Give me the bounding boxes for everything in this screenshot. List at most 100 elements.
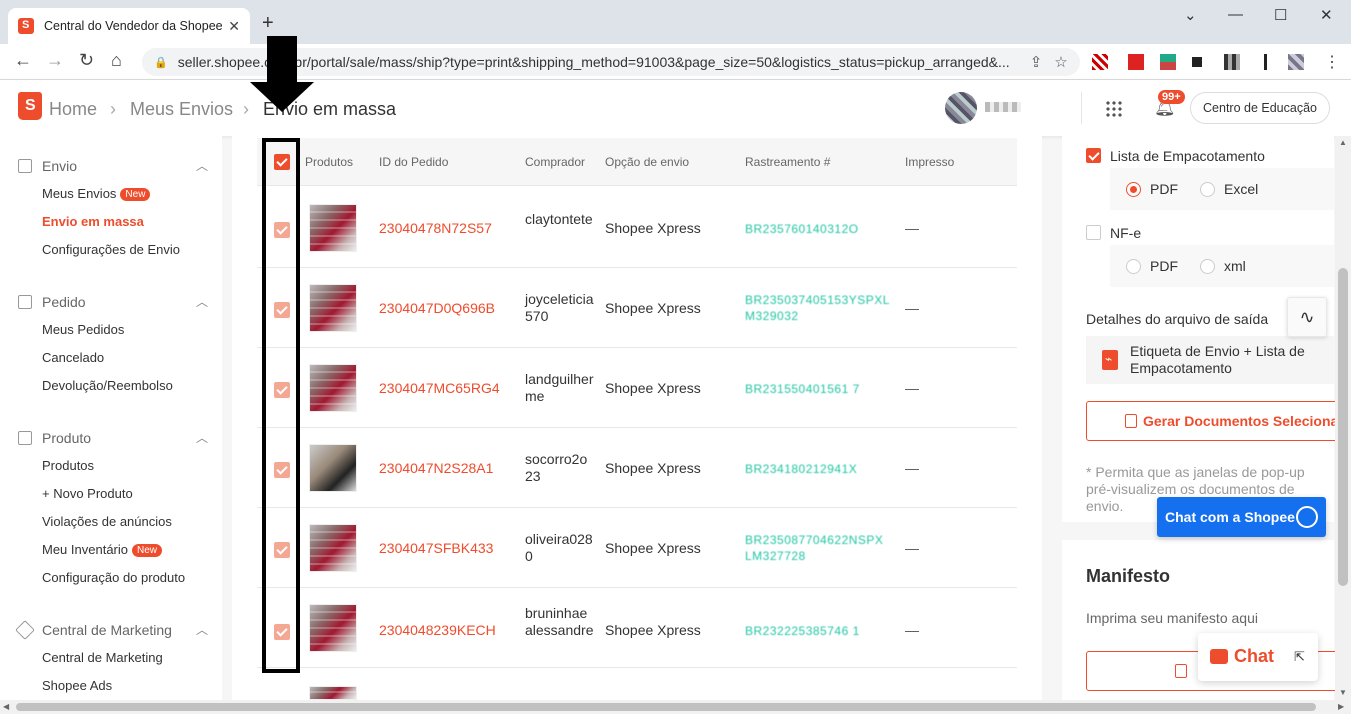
sidebar-item-meus-pedidos[interactable]: Meus Pedidos	[42, 322, 124, 337]
scroll-up-icon[interactable]: ▲	[1339, 138, 1347, 147]
order-id-link[interactable]: 2304047N2S28A1	[379, 460, 493, 476]
tracking-number: BR235760140312O	[745, 222, 859, 236]
sidebar-item-devolucao[interactable]: Devolução/Reembolso	[42, 378, 173, 393]
browser-tab[interactable]: Central do Vendedor da Shopee ✕	[8, 8, 250, 44]
lock-icon: 🔒	[154, 56, 168, 69]
sidebar-item-envio-em-massa[interactable]: Envio em massa	[42, 214, 144, 229]
sidebar-item-violacoes[interactable]: Violações de anúncios	[42, 514, 172, 529]
sidebar-item-config-produto[interactable]: Configuração do produto	[42, 570, 185, 585]
chevron-up-icon[interactable]: ︿	[196, 293, 208, 310]
product-thumbnail[interactable]	[309, 444, 357, 492]
order-id-link[interactable]: 2304047D0Q696B	[379, 300, 495, 316]
printed-status: —	[905, 540, 919, 556]
sidebar-item-meus-envios[interactable]: Meus Envios New	[42, 186, 151, 201]
sidebar-section-envio[interactable]: Envio ︿	[18, 157, 208, 174]
shipping-option: Shopee Xpress	[605, 380, 701, 396]
extension-icon[interactable]	[1160, 54, 1176, 70]
sidebar-item-central-marketing[interactable]: Central de Marketing	[42, 650, 163, 665]
product-thumbnail[interactable]	[309, 284, 357, 332]
box-icon	[18, 430, 32, 445]
table-row[interactable]: 23040478N72S57 claytontete Shopee Xpress…	[257, 188, 1017, 268]
scroll-right-icon[interactable]: ▶	[1338, 702, 1344, 711]
minimize-button[interactable]: —	[1228, 6, 1243, 23]
bookmark-star-icon[interactable]: ☆	[1054, 53, 1067, 71]
order-id-link[interactable]: 2304047MC65RG4	[379, 380, 500, 396]
nfe-xml-radio[interactable]	[1200, 259, 1215, 274]
packing-excel-radio[interactable]	[1200, 182, 1215, 197]
chevron-up-icon[interactable]: ︿	[196, 157, 208, 174]
printed-status: —	[905, 622, 919, 638]
product-thumbnail[interactable]	[309, 686, 357, 700]
generate-documents-button[interactable]: Gerar Documentos Selecionados	[1086, 401, 1348, 441]
extension-icon[interactable]	[1192, 57, 1202, 67]
scrollbar-thumb[interactable]	[1338, 268, 1348, 586]
product-thumbnail[interactable]	[309, 204, 357, 252]
scroll-down-icon[interactable]: ▼	[1339, 688, 1347, 697]
sidebar-section-marketing[interactable]: Central de Marketing ︿	[15, 619, 208, 640]
education-center-button[interactable]: Centro de Educação	[1190, 92, 1330, 124]
nfe-pdf-radio[interactable]	[1126, 259, 1141, 274]
nfe-checkbox[interactable]	[1086, 225, 1101, 240]
scroll-left-icon[interactable]: ◀	[3, 702, 9, 711]
home-button[interactable]: ⌂	[111, 50, 122, 71]
packing-pdf-radio[interactable]	[1126, 182, 1141, 197]
vertical-scrollbar[interactable]: ▲ ▼	[1335, 136, 1351, 700]
breadcrumb-home[interactable]: Home	[49, 99, 97, 120]
sidebar-item-novo-produto[interactable]: + Novo Produto	[42, 486, 133, 501]
buyer-name: oliveira0280	[525, 531, 593, 564]
chevron-up-icon[interactable]: ︿	[196, 429, 208, 446]
packing-list-checkbox[interactable]	[1086, 148, 1101, 163]
apps-grid-icon[interactable]	[1105, 100, 1123, 118]
sidebar-item-config-envio[interactable]: Configurações de Envio	[42, 242, 180, 257]
sidebar-item-inventario[interactable]: Meu Inventário New	[42, 542, 163, 557]
scrollbar-thumb[interactable]	[16, 703, 1316, 711]
new-tab-button[interactable]: +	[262, 12, 274, 35]
username-blurred[interactable]	[985, 102, 1021, 112]
product-thumbnail[interactable]	[309, 364, 357, 412]
table-row[interactable]: 2304047D0Q696B joyceleticia570 Shopee Xp…	[257, 268, 1017, 348]
activity-pulse-icon[interactable]: ∿	[1287, 297, 1327, 337]
user-avatar[interactable]	[945, 92, 977, 124]
order-id-link[interactable]: 23040478N72S57	[379, 220, 492, 236]
table-row[interactable]	[257, 670, 1017, 700]
extension-icon[interactable]	[1092, 54, 1108, 70]
chat-widget[interactable]: Chat ⇱	[1198, 633, 1318, 681]
table-row[interactable]: 2304047MC65RG4 landguilherme Shopee Xpre…	[257, 348, 1017, 428]
sidebar-item-produtos[interactable]: Produtos	[42, 458, 94, 473]
shipping-option: Shopee Xpress	[605, 220, 701, 236]
product-thumbnail[interactable]	[309, 604, 357, 652]
profile-avatar[interactable]	[1288, 54, 1304, 70]
tab-title: Central do Vendedor da Shopee	[44, 19, 223, 33]
sidebar-section-produto[interactable]: Produto ︿	[18, 429, 208, 446]
tab-search-icon[interactable]: ⌄	[1184, 6, 1197, 24]
table-row[interactable]: 2304048239KECH bruninhaealessandre Shope…	[257, 588, 1017, 668]
sidebar-item-shopee-ads[interactable]: Shopee Ads	[42, 678, 112, 693]
back-button[interactable]: ←	[14, 50, 32, 71]
sidebar-section-pedido[interactable]: Pedido ︿	[18, 293, 208, 310]
extension-icon[interactable]	[1264, 54, 1267, 70]
forward-button[interactable]: →	[46, 50, 64, 71]
breadcrumb-meus-envios[interactable]: Meus Envios	[130, 99, 233, 120]
order-id-link[interactable]: 2304048239KECH	[379, 622, 496, 638]
extension-icon[interactable]	[1224, 54, 1240, 70]
chevron-up-icon[interactable]: ︿	[196, 621, 208, 638]
chat-with-shopee-button[interactable]: Chat com a Shopee	[1157, 497, 1326, 537]
tab-close-icon[interactable]: ✕	[228, 18, 240, 35]
sidebar-item-cancelado[interactable]: Cancelado	[42, 350, 104, 365]
product-thumbnail[interactable]	[309, 524, 357, 572]
browser-menu-icon[interactable]: ⋮	[1324, 52, 1340, 72]
close-window-button[interactable]: ✕	[1320, 6, 1333, 24]
reload-button[interactable]: ↻	[79, 50, 94, 71]
table-row[interactable]: 2304047N2S28A1 socorro2o23 Shopee Xpress…	[257, 428, 1017, 508]
share-icon[interactable]: ⇪	[1030, 53, 1043, 71]
url-text[interactable]: seller.shopee.com.br/portal/sale/mass/sh…	[178, 54, 1018, 70]
table-row[interactable]: 2304047SFBK433 oliveira0280 Shopee Xpres…	[257, 508, 1017, 588]
extension-icon[interactable]	[1128, 54, 1144, 70]
minimize-chat-icon[interactable]: ⇱	[1294, 649, 1305, 665]
order-id-link[interactable]: 2304047SFBK433	[379, 540, 493, 556]
maximize-button[interactable]: ☐	[1274, 6, 1287, 24]
shopee-logo-icon[interactable]	[18, 92, 42, 120]
column-header: Produtos	[305, 155, 354, 169]
horizontal-scrollbar[interactable]: ◀ ▶	[0, 700, 1351, 714]
manifest-subtitle: Imprima seu manifesto aqui	[1086, 610, 1258, 626]
